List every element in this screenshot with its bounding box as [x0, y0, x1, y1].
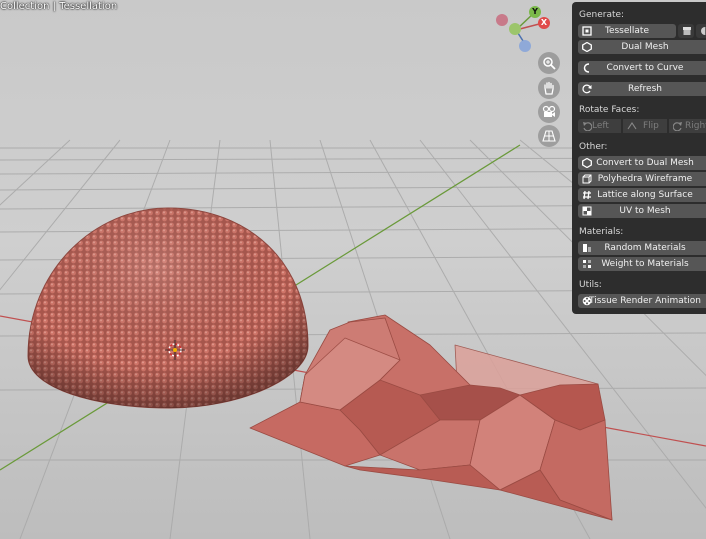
pan-button[interactable]: [538, 77, 560, 99]
refresh-button[interactable]: Refresh: [578, 82, 706, 96]
uv-to-mesh-label: UV to Mesh: [619, 206, 671, 216]
grid-icon: [542, 130, 556, 142]
random-materials-label: Random Materials: [604, 243, 686, 253]
convert-to-curve-button[interactable]: Convert to Curve: [578, 61, 706, 75]
dome-mesh[interactable]: [27, 207, 309, 409]
gizmo-y-ball[interactable]: Y: [529, 6, 541, 18]
weight-to-materials-button[interactable]: Weight to Materials: [578, 257, 706, 271]
tissue-tools-panel: Generate: Tessellate Dual Mesh Convert t…: [572, 2, 706, 314]
rotate-faces-group: Left Flip Right: [578, 119, 706, 133]
perspective-toggle-button[interactable]: [538, 125, 560, 147]
weight-to-materials-label: Weight to Materials: [601, 259, 689, 269]
gizmo-neg-y-ball[interactable]: [509, 23, 521, 35]
section-utils-title: Utils:: [579, 280, 602, 290]
random-materials-button[interactable]: Random Materials: [578, 241, 706, 255]
viewport-header-text: Collection | Tessellation: [0, 1, 118, 12]
section-materials-title: Materials:: [579, 227, 624, 237]
polyhedra-wireframe-button[interactable]: Polyhedra Wireframe: [578, 172, 706, 186]
rotate-right-icon: [672, 120, 684, 132]
zoom-icon: [543, 57, 556, 70]
flip-icon: [626, 120, 638, 132]
rotate-left-button[interactable]: Left: [578, 119, 621, 133]
section-rotate-faces-title: Rotate Faces:: [579, 105, 640, 115]
rotate-left-label: Left: [592, 121, 609, 131]
tessellate-label: Tessellate: [604, 26, 649, 36]
section-other-title: Other:: [579, 142, 608, 152]
tissue-render-animation-button[interactable]: Tissue Render Animation: [578, 294, 706, 308]
refresh-label: Refresh: [628, 84, 662, 94]
convert-to-dual-mesh-label: Convert to Dual Mesh: [596, 158, 694, 168]
convert-to-curve-label: Convert to Curve: [606, 63, 684, 73]
section-generate-title: Generate:: [579, 10, 625, 20]
hand-icon: [544, 81, 554, 95]
uv-to-mesh-button[interactable]: UV to Mesh: [578, 204, 706, 218]
tissue-render-animation-label: Tissue Render Animation: [589, 296, 701, 306]
camera-view-button[interactable]: [538, 101, 560, 123]
tessellate-options-button[interactable]: [678, 24, 694, 38]
gizmo-neg-z-ball[interactable]: [519, 40, 531, 52]
flip-button[interactable]: Flip: [623, 119, 667, 133]
lattice-along-surface-label: Lattice along Surface: [597, 190, 693, 200]
gizmo-x-ball[interactable]: X: [538, 17, 550, 29]
navigation-gizmo[interactable]: Y X: [492, 4, 556, 54]
sphere-icon: [699, 25, 706, 37]
camera-icon: [542, 105, 556, 117]
tessellate-shading-button[interactable]: [696, 24, 706, 38]
lattice-along-surface-button[interactable]: Lattice along Surface: [578, 188, 706, 202]
polyhedra-wireframe-label: Polyhedra Wireframe: [597, 174, 693, 184]
zoom-button[interactable]: [538, 52, 560, 74]
rotate-right-label: Right: [685, 121, 706, 131]
dual-mesh-label: Dual Mesh: [621, 42, 669, 52]
flip-label: Flip: [643, 121, 659, 131]
gizmo-neg-x-ball[interactable]: [496, 14, 508, 26]
rotate-right-button[interactable]: Right: [669, 119, 706, 133]
tessellate-button[interactable]: Tessellate: [578, 24, 676, 38]
dual-mesh-button[interactable]: Dual Mesh: [578, 40, 706, 54]
convert-to-dual-mesh-button[interactable]: Convert to Dual Mesh: [578, 156, 706, 170]
archive-icon: [681, 25, 693, 37]
